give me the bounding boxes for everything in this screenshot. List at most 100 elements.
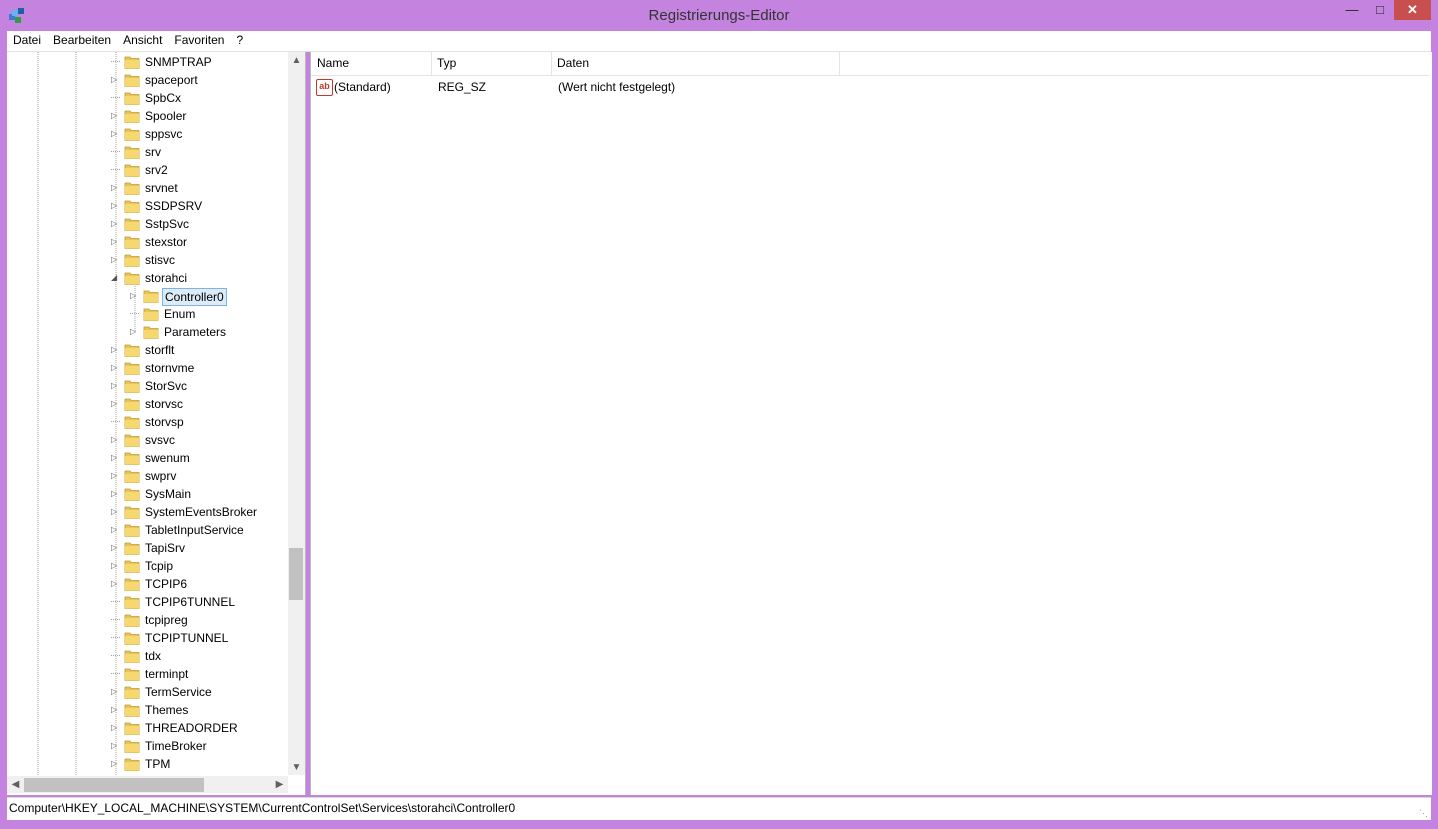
tree-item[interactable]: ▷ TPM: [7, 755, 287, 773]
column-header-data[interactable]: Daten: [551, 52, 840, 75]
expand-arrow-icon[interactable]: ▷: [111, 543, 120, 552]
key-tree-pane[interactable]: SNMPTRAP ▷ spaceport SpbCx ▷ Spooler ▷ sppsvc sr…: [7, 52, 306, 795]
tree-item[interactable]: TCPIP6TUNNEL: [7, 593, 287, 611]
expand-arrow-icon[interactable]: ▷: [111, 759, 120, 768]
maximize-button[interactable]: □: [1366, 0, 1394, 20]
folder-icon: [124, 127, 140, 141]
folder-icon: [124, 613, 140, 627]
tree-item-label: SSDPSRV: [145, 199, 203, 213]
tree-item[interactable]: ▷ TermService: [7, 683, 287, 701]
tree-item[interactable]: ▷ THREADORDER: [7, 719, 287, 737]
tree-item[interactable]: ▷ srvnet: [7, 179, 287, 197]
tree-item[interactable]: ▷ StorSvc: [7, 377, 287, 395]
tree-item[interactable]: ▷ TimeBroker: [7, 737, 287, 755]
tree-item[interactable]: ▷ Themes: [7, 701, 287, 719]
tree-item[interactable]: storvsp: [7, 413, 287, 431]
column-header-type[interactable]: Typ: [431, 52, 552, 75]
tree-item[interactable]: terminpt: [7, 665, 287, 683]
menu-bar: Datei Bearbeiten Ansicht Favoriten?: [7, 31, 1431, 52]
expand-arrow-icon[interactable]: ▷: [111, 363, 120, 372]
tree-item[interactable]: ▷ Controller0: [7, 287, 287, 306]
expand-arrow-icon[interactable]: ▷: [111, 399, 120, 408]
expand-arrow-icon[interactable]: ▷: [111, 453, 120, 462]
folder-icon: [124, 703, 140, 717]
expand-arrow-icon[interactable]: ▷: [130, 291, 139, 300]
expand-arrow-icon[interactable]: ▷: [111, 183, 120, 192]
scroll-up-arrow-icon[interactable]: ▲: [288, 52, 305, 69]
resize-grip-icon[interactable]: ⋱: [1419, 808, 1429, 818]
menu-datei[interactable]: Datei: [7, 31, 47, 50]
scroll-right-arrow-icon[interactable]: ▶: [271, 776, 288, 793]
tree-vertical-scroll-thumb[interactable]: [289, 548, 303, 600]
tree-item[interactable]: ▷ SysMain: [7, 485, 287, 503]
tree-item[interactable]: ▷ sppsvc: [7, 125, 287, 143]
tree-item[interactable]: ▷ stornvme: [7, 359, 287, 377]
expand-arrow-icon[interactable]: ▷: [130, 327, 139, 336]
tree-item[interactable]: ◢ storahci: [7, 269, 287, 287]
expand-arrow-icon[interactable]: ▷: [111, 75, 120, 84]
tree-item-label: storvsp: [145, 415, 184, 429]
tree-item[interactable]: Enum: [7, 305, 287, 323]
tree-vertical-scrollbar[interactable]: [288, 52, 305, 775]
scroll-left-arrow-icon[interactable]: ◀: [7, 776, 24, 793]
tree-item[interactable]: ▷ SstpSvc: [7, 215, 287, 233]
expand-arrow-icon[interactable]: ▷: [111, 705, 120, 714]
tree-item[interactable]: ▷ SystemEventsBroker: [7, 503, 287, 521]
expand-arrow-icon[interactable]: ▷: [111, 507, 120, 516]
tree-item[interactable]: ▷ spaceport: [7, 71, 287, 89]
expand-arrow-icon[interactable]: ▷: [111, 381, 120, 390]
expand-arrow-icon[interactable]: ▷: [111, 561, 120, 570]
tree-item[interactable]: SNMPTRAP: [7, 53, 287, 71]
menu-bearbeiten[interactable]: Bearbeiten: [47, 31, 117, 50]
tree-item[interactable]: ▷ swenum: [7, 449, 287, 467]
expand-arrow-icon[interactable]: ▷: [111, 255, 120, 264]
tree-item[interactable]: ▷ swprv: [7, 467, 287, 485]
expand-arrow-icon[interactable]: ▷: [111, 435, 120, 444]
tree-item[interactable]: ▷ TapiSrv: [7, 539, 287, 557]
expand-arrow-icon[interactable]: ▷: [111, 471, 120, 480]
tree-item[interactable]: ▷ TCPIP6: [7, 575, 287, 593]
column-header-name[interactable]: Name: [311, 52, 432, 75]
tree-item[interactable]: tdx: [7, 647, 287, 665]
expand-arrow-icon[interactable]: ▷: [111, 489, 120, 498]
menu-ansicht[interactable]: Ansicht: [117, 31, 168, 50]
expand-arrow-icon[interactable]: ▷: [111, 525, 120, 534]
close-button[interactable]: ✕: [1394, 0, 1431, 20]
collapse-arrow-icon[interactable]: ◢: [111, 273, 120, 282]
expand-arrow-icon[interactable]: ▷: [111, 201, 120, 210]
expand-arrow-icon[interactable]: ▷: [111, 687, 120, 696]
tree-item[interactable]: ▷ svsvc: [7, 431, 287, 449]
tree-item[interactable]: srv2: [7, 161, 287, 179]
tree-item[interactable]: ▷ TabletInputService: [7, 521, 287, 539]
tree-item[interactable]: ▷ Spooler: [7, 107, 287, 125]
value-row[interactable]: ab (Standard) REG_SZ (Wert nicht festgel…: [311, 78, 1430, 96]
minimize-button[interactable]: —: [1338, 0, 1366, 20]
expand-arrow-icon[interactable]: ▷: [111, 579, 120, 588]
scroll-down-arrow-icon[interactable]: ▼: [288, 759, 305, 776]
menu-favoriten[interactable]: Favoriten: [168, 31, 230, 50]
tree-item[interactable]: tcpipreg: [7, 611, 287, 629]
tree-item[interactable]: SpbCx: [7, 89, 287, 107]
expand-arrow-icon[interactable]: ▷: [111, 219, 120, 228]
tree-item[interactable]: ▷ storflt: [7, 341, 287, 359]
expand-arrow-icon[interactable]: ▷: [111, 345, 120, 354]
tree-connector: [111, 93, 120, 102]
tree-item[interactable]: srv: [7, 143, 287, 161]
expand-arrow-icon[interactable]: ▷: [111, 741, 120, 750]
folder-icon: [124, 109, 140, 123]
tree-item[interactable]: ▷ SSDPSRV: [7, 197, 287, 215]
menu-help[interactable]: ?: [230, 31, 249, 50]
tree-item[interactable]: TCPIPTUNNEL: [7, 629, 287, 647]
tree-item[interactable]: ▷ stexstor: [7, 233, 287, 251]
values-list-pane[interactable]: Name Typ Daten ab (Standard) REG_SZ (Wer…: [310, 52, 1432, 795]
expand-arrow-icon[interactable]: ▷: [111, 129, 120, 138]
tree-item[interactable]: ▷ Tcpip: [7, 557, 287, 575]
tree-item[interactable]: ▷ storvsc: [7, 395, 287, 413]
expand-arrow-icon[interactable]: ▷: [111, 723, 120, 732]
tree-item[interactable]: ▷ Parameters: [7, 323, 287, 341]
tree-item-label: spaceport: [145, 73, 198, 87]
expand-arrow-icon[interactable]: ▷: [111, 111, 120, 120]
tree-item[interactable]: ▷ stisvc: [7, 251, 287, 269]
expand-arrow-icon[interactable]: ▷: [111, 237, 120, 246]
tree-horizontal-scroll-thumb[interactable]: [24, 778, 204, 792]
